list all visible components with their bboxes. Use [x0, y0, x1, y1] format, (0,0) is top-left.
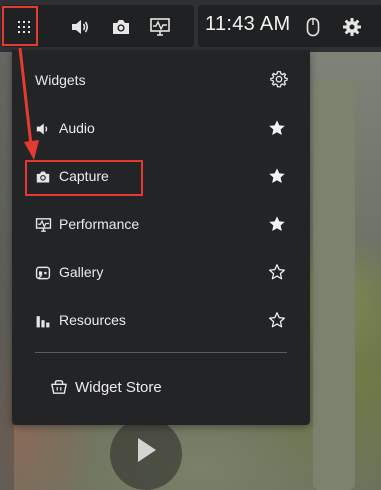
clock-time: 11:43 AM [205, 13, 291, 35]
resources-bars-icon [33, 311, 53, 331]
widget-store-label: Widget Store [75, 379, 162, 396]
highlight-box-widgets-button [2, 6, 38, 46]
menu-item-label: Resources [59, 312, 126, 328]
settings-gear-icon [343, 18, 361, 36]
performance-monitor-icon [33, 215, 53, 235]
game-bar: 11:43 AM [0, 0, 381, 52]
favorite-star-outline-icon[interactable] [268, 311, 286, 334]
menu-item-gallery[interactable]: Gallery [12, 251, 310, 295]
play-icon [138, 438, 156, 462]
highlight-box-capture-item [25, 160, 143, 196]
widgets-menu: Widgets Audio Capture Performance Galler… [12, 50, 310, 425]
widgets-menu-title: Widgets [35, 72, 86, 88]
audio-button[interactable] [63, 10, 97, 44]
settings-button[interactable] [335, 10, 369, 44]
menu-item-audio[interactable]: Audio [12, 107, 310, 151]
camera-icon [113, 20, 129, 34]
gallery-icon [33, 263, 53, 283]
capture-button[interactable] [104, 10, 138, 44]
performance-monitor-icon [150, 18, 170, 36]
menu-divider [35, 352, 287, 353]
menu-item-label: Performance [59, 216, 140, 232]
widget-store-icon [50, 379, 68, 400]
favorite-star-outline-icon[interactable] [268, 263, 286, 286]
widgets-settings-button[interactable] [270, 70, 288, 93]
gear-outline-icon [270, 70, 288, 88]
menu-item-performance[interactable]: Performance [12, 203, 310, 247]
menu-item-label: Gallery [59, 264, 104, 280]
favorite-star-filled-icon[interactable] [268, 215, 286, 238]
mouse-icon [306, 17, 320, 37]
performance-button[interactable] [143, 10, 177, 44]
speaker-icon [33, 119, 53, 139]
background-panel [313, 80, 355, 490]
menu-item-resources[interactable]: Resources [12, 299, 310, 343]
mouse-button[interactable] [296, 10, 330, 44]
favorite-star-filled-icon[interactable] [268, 119, 286, 142]
favorite-star-filled-icon[interactable] [268, 167, 286, 190]
widget-store-button[interactable]: Widget Store [50, 376, 250, 402]
menu-item-label: Audio [59, 120, 95, 136]
speaker-icon [72, 20, 89, 34]
